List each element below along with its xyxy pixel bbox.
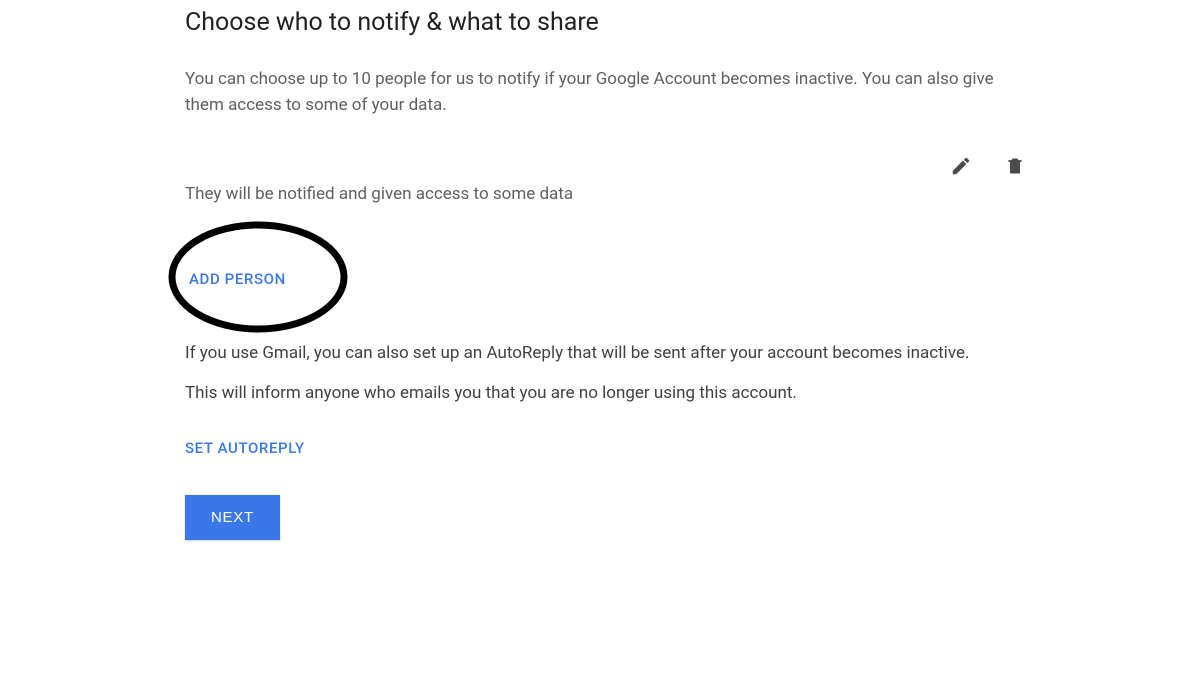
add-person-button[interactable]: ADD PERSON [189,270,286,288]
page-title: Choose who to notify & what to share [185,8,1045,37]
page-description: You can choose up to 10 people for us to… [185,67,1035,118]
notify-subtext: They will be notified and given access t… [185,182,1045,208]
contact-toolbar [185,154,1045,178]
settings-panel: Choose who to notify & what to share You… [0,0,1045,540]
autoreply-paragraph-1: If you use Gmail, you can also set up an… [185,340,1035,366]
autoreply-row: SET AUTOREPLY [185,438,1045,457]
pencil-icon[interactable] [949,154,973,178]
set-autoreply-button[interactable]: SET AUTOREPLY [185,439,305,457]
autoreply-paragraph-2: This will inform anyone who emails you t… [185,380,1035,406]
add-person-area: ADD PERSON [185,220,1045,340]
next-button[interactable]: NEXT [185,495,280,540]
trash-icon[interactable] [1003,154,1027,178]
